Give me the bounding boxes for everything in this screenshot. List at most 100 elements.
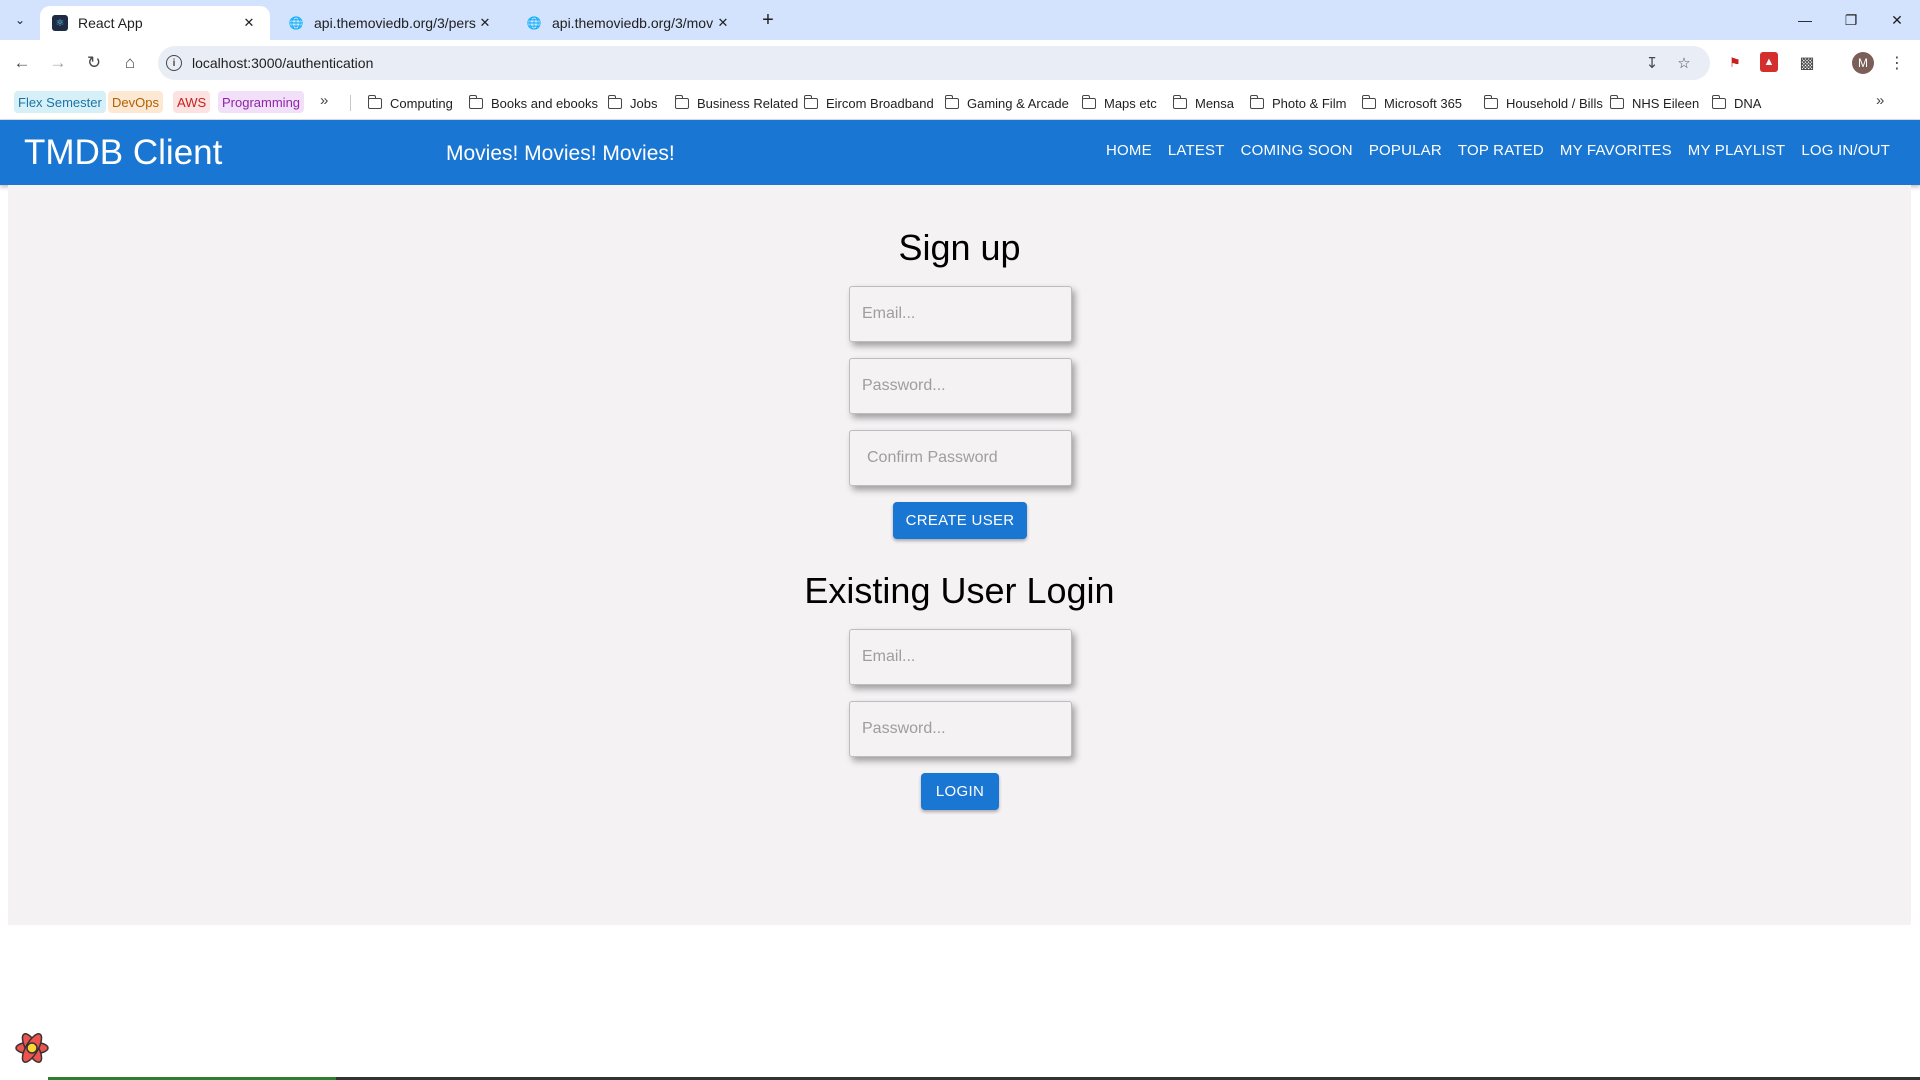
site-info-icon[interactable]: i [166, 55, 182, 71]
bookmark-folder[interactable]: Eircom Broadband [803, 92, 934, 114]
folder-label: Maps etc [1104, 95, 1157, 111]
bookmarks-overflow-right-icon[interactable]: » [1876, 92, 1884, 109]
tab-title: api.themoviedb.org/3/person/1 [314, 15, 476, 31]
new-tab-plus-icon[interactable]: + [756, 8, 780, 32]
app-title: TMDB Client [24, 133, 223, 172]
signup-heading: Sign up [898, 227, 1021, 268]
url-text[interactable]: localhost:3000/authentication [192, 55, 373, 71]
folder-label: Household / Bills [1506, 95, 1603, 111]
bookmarks-separator [350, 95, 351, 111]
bookmarks-bar: Flex Semester DevOps AWS Programming » C… [0, 86, 1920, 120]
bookmark-chip-devops[interactable]: DevOps [108, 91, 163, 113]
tab-search-chevron-icon[interactable]: ⌄ [8, 8, 32, 32]
address-bar[interactable]: i localhost:3000/authentication ↧ ☆ [158, 46, 1710, 80]
main-menu: Home Latest Coming Soon Popular Top Rate… [1098, 142, 1898, 159]
profile-avatar[interactable]: M [1852, 52, 1874, 74]
create-user-button[interactable]: Create User [893, 502, 1027, 539]
close-window-icon[interactable]: ✕ [1882, 6, 1912, 34]
bookmark-chip-flex-semester[interactable]: Flex Semester [14, 91, 106, 113]
folder-label: Photo & Film [1272, 95, 1347, 111]
menu-item-my-playlist[interactable]: My Playlist [1680, 142, 1794, 159]
auth-page: Sign up Create User Existing User Login … [8, 185, 1911, 925]
bookmark-folder[interactable]: Jobs [607, 92, 658, 114]
menu-item-popular[interactable]: Popular [1361, 142, 1450, 159]
folder-label: NHS Eileen [1632, 95, 1700, 111]
minimize-icon[interactable]: — [1790, 6, 1820, 34]
login-email-field[interactable] [849, 629, 1072, 685]
app-header: TMDB Client Movies! Movies! Movies! Home… [0, 120, 1920, 185]
reload-icon[interactable]: ↻ [81, 50, 107, 76]
tab-movie-api[interactable]: 🌐 api.themoviedb.org/3/movie/1 ✕ [514, 6, 744, 40]
folder-label: DNA [1734, 95, 1762, 111]
folder-label: Business Related [697, 95, 799, 111]
folder-label: Mensa [1195, 95, 1235, 111]
close-icon[interactable]: ✕ [714, 14, 732, 32]
login-button[interactable]: Login [921, 773, 999, 810]
folder-icon [1483, 94, 1498, 109]
tab-title: React App [78, 15, 143, 31]
folder-icon [1711, 94, 1726, 109]
more-menu-icon[interactable]: ⋮ [1886, 52, 1908, 74]
menu-item-latest[interactable]: Latest [1160, 142, 1233, 159]
pdf-extension-icon[interactable]: ▲ [1760, 52, 1778, 72]
menu-item-top-rated[interactable]: Top Rated [1450, 142, 1552, 159]
bookmark-folder[interactable]: Photo & Film [1249, 92, 1347, 114]
folder-label: Gaming & Arcade [967, 95, 1069, 111]
bookmark-folder[interactable]: Gaming & Arcade [944, 92, 1069, 114]
extension-flag-icon[interactable]: ⚑ [1724, 52, 1746, 74]
login-password-field[interactable] [849, 701, 1072, 757]
bookmark-folder[interactable]: Mensa [1172, 92, 1235, 114]
folder-icon [1081, 94, 1096, 109]
folder-icon [674, 94, 689, 109]
folder-label: Books and ebooks [491, 95, 598, 111]
bookmark-folder[interactable]: Books and ebooks [468, 92, 598, 114]
globe-icon: 🌐 [526, 16, 542, 30]
bookmark-folder[interactable]: Microsoft 365 [1361, 92, 1463, 114]
react-favicon-icon: ⚛ [52, 15, 68, 31]
react-query-devtools-icon[interactable] [12, 1028, 52, 1068]
menu-item-my-favorites[interactable]: My Favorites [1552, 142, 1680, 159]
tab-person-api[interactable]: 🌐 api.themoviedb.org/3/person/1 ✕ [276, 6, 506, 40]
forward-arrow-icon[interactable]: → [45, 50, 71, 76]
tab-strip: ⌄ ⚛ React App ✕ 🌐 api.themoviedb.org/3/p… [0, 0, 1920, 40]
folder-label: Jobs [630, 95, 658, 111]
bookmark-folder[interactable]: Business Related [674, 92, 799, 114]
folder-icon [1172, 94, 1187, 109]
menu-item-log-in-out[interactable]: Log In/Out [1793, 142, 1898, 159]
folder-icon [367, 94, 382, 109]
bookmark-folder[interactable]: Computing [367, 92, 453, 114]
bookmark-star-icon[interactable]: ☆ [1674, 53, 1694, 73]
close-icon[interactable]: ✕ [476, 14, 494, 32]
bookmarks-overflow-icon[interactable]: » [320, 92, 328, 109]
app-subtitle: Movies! Movies! Movies! [446, 142, 675, 165]
menu-item-home[interactable]: Home [1098, 142, 1160, 159]
folder-icon [1249, 94, 1264, 109]
folder-icon [944, 94, 959, 109]
browser-toolbar: ← → ↻ ⌂ i localhost:3000/authentication … [0, 40, 1920, 86]
bookmark-folder[interactable]: NHS Eileen [1609, 92, 1700, 114]
bookmark-folder[interactable]: Maps etc [1081, 92, 1157, 114]
install-app-icon[interactable]: ↧ [1642, 53, 1662, 73]
folder-icon [803, 94, 818, 109]
restore-icon[interactable]: ❐ [1836, 6, 1866, 34]
signup-email-field[interactable] [849, 286, 1072, 342]
folder-icon [468, 94, 483, 109]
folder-label: Microsoft 365 [1384, 95, 1463, 111]
signup-confirm-password-field[interactable] [849, 430, 1072, 486]
folder-icon [1361, 94, 1376, 109]
folder-icon [607, 94, 622, 109]
bookmark-chip-programming[interactable]: Programming [218, 91, 305, 113]
back-arrow-icon[interactable]: ← [9, 50, 35, 76]
close-icon[interactable]: ✕ [240, 14, 258, 32]
extensions-puzzle-icon[interactable]: ▩ [1796, 52, 1818, 74]
signup-password-field[interactable] [849, 358, 1072, 414]
menu-item-coming-soon[interactable]: Coming Soon [1233, 142, 1361, 159]
bookmark-folder[interactable]: Household / Bills [1483, 92, 1603, 114]
bookmark-folder[interactable]: DNA [1711, 92, 1762, 114]
folder-icon [1609, 94, 1624, 109]
globe-icon: 🌐 [288, 16, 304, 30]
home-icon[interactable]: ⌂ [117, 50, 143, 76]
folder-label: Eircom Broadband [826, 95, 934, 111]
bookmark-chip-aws[interactable]: AWS [173, 91, 211, 113]
tab-react-app[interactable]: ⚛ React App ✕ [40, 6, 270, 40]
